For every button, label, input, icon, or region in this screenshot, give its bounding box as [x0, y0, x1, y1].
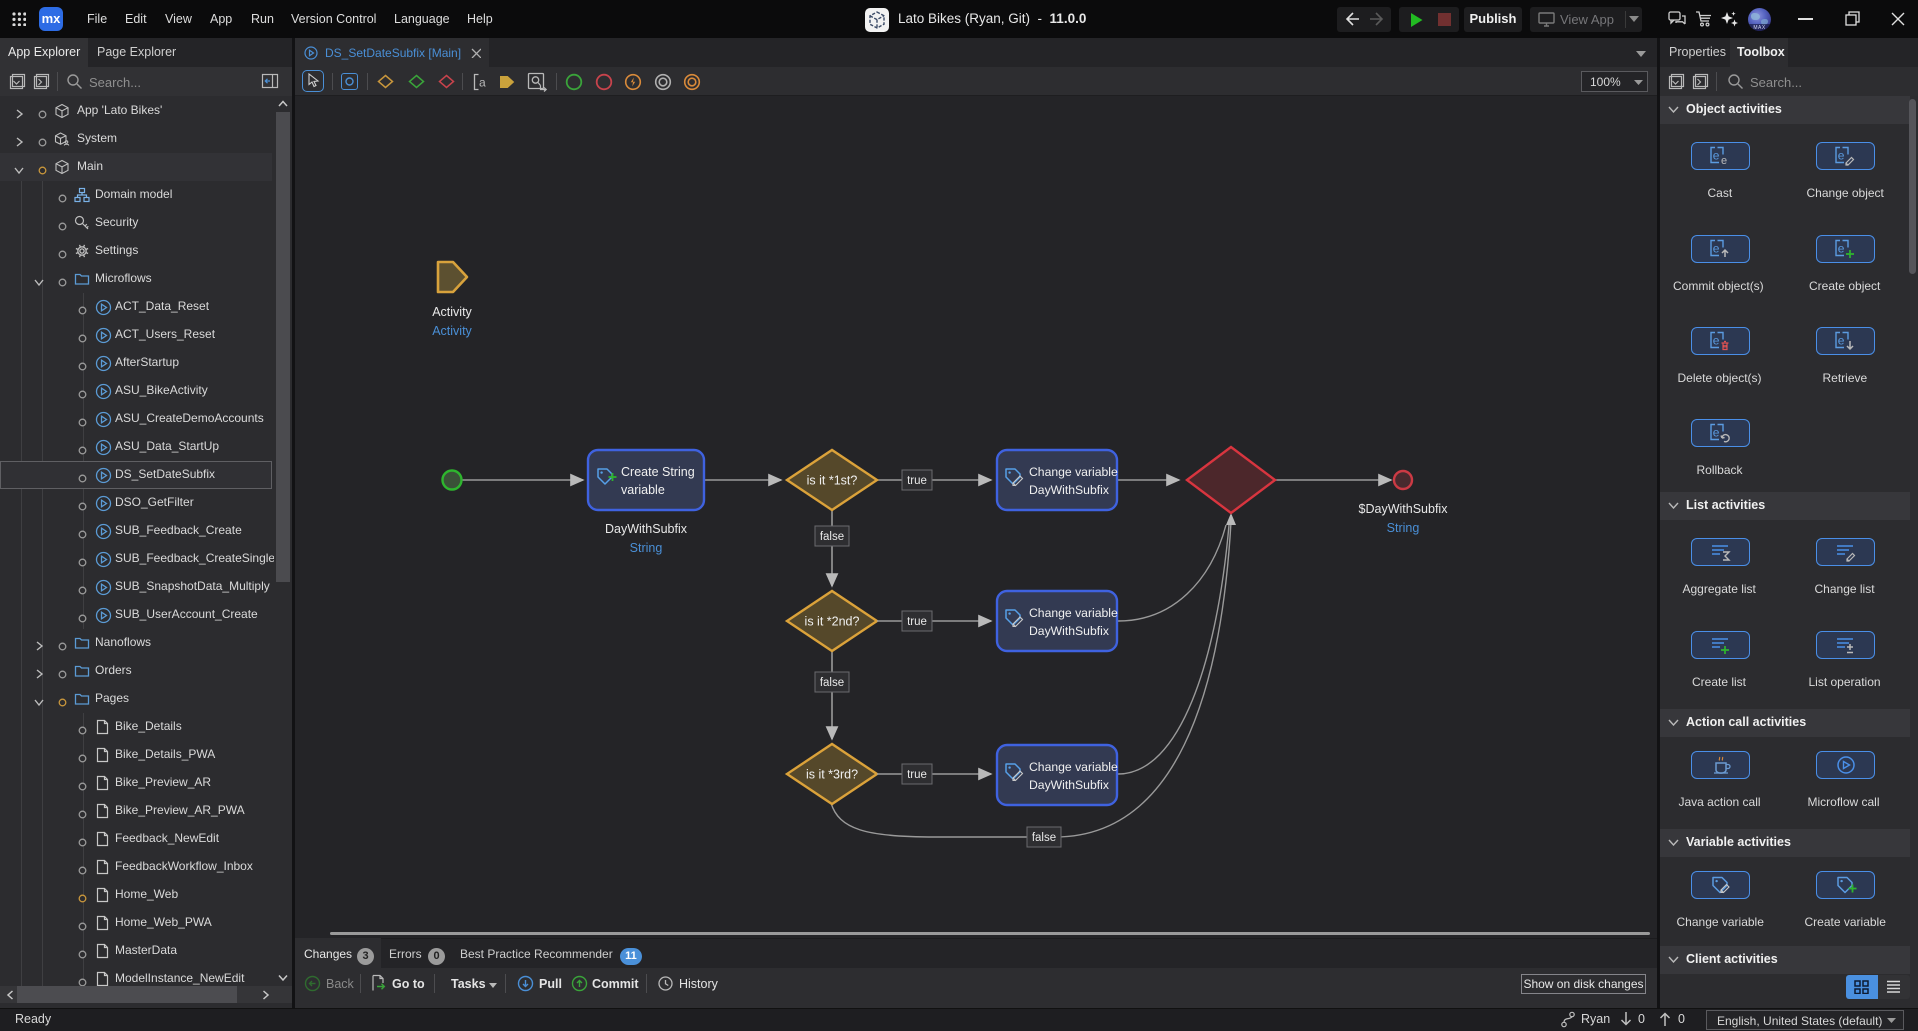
svg-text:false: false	[820, 677, 844, 689]
svg-text:$DayWithSubfix: $DayWithSubfix	[1359, 502, 1449, 516]
svg-text:String: String	[1387, 521, 1420, 535]
svg-text:e: e	[1713, 426, 1720, 440]
svg-text:false: false	[820, 531, 844, 543]
svg-text:e: e	[1713, 242, 1720, 256]
svg-text:Change variable: Change variable	[1029, 465, 1118, 479]
svg-text:e: e	[1838, 242, 1845, 256]
svg-text:DayWithSubfix: DayWithSubfix	[605, 522, 688, 536]
svg-text:e: e	[1713, 334, 1720, 348]
svg-text:DayWithSubfix: DayWithSubfix	[1029, 483, 1109, 497]
svg-text:true: true	[907, 769, 927, 781]
svg-text:false: false	[1032, 832, 1056, 844]
svg-text:Activity: Activity	[432, 324, 472, 338]
svg-text:is it *2nd?: is it *2nd?	[805, 615, 860, 629]
svg-text:e: e	[1721, 155, 1727, 167]
svg-text:e: e	[1838, 334, 1845, 348]
svg-text:is it *1st?: is it *1st?	[807, 474, 858, 488]
svg-text:Change variable: Change variable	[1029, 606, 1118, 620]
svg-text:DayWithSubfix: DayWithSubfix	[1029, 778, 1109, 792]
svg-text:is it *3rd?: is it *3rd?	[806, 768, 858, 782]
svg-text:e: e	[1713, 149, 1720, 163]
svg-text:true: true	[907, 475, 927, 487]
svg-text:e: e	[1838, 149, 1845, 163]
svg-text:variable: variable	[621, 483, 665, 497]
svg-text:String: String	[630, 541, 663, 555]
svg-text:Change variable: Change variable	[1029, 760, 1118, 774]
svg-text:a: a	[479, 76, 486, 90]
svg-text:DayWithSubfix: DayWithSubfix	[1029, 624, 1109, 638]
svg-text:Create String: Create String	[621, 465, 695, 479]
svg-text:Activity: Activity	[432, 305, 472, 319]
svg-text:true: true	[907, 616, 927, 628]
